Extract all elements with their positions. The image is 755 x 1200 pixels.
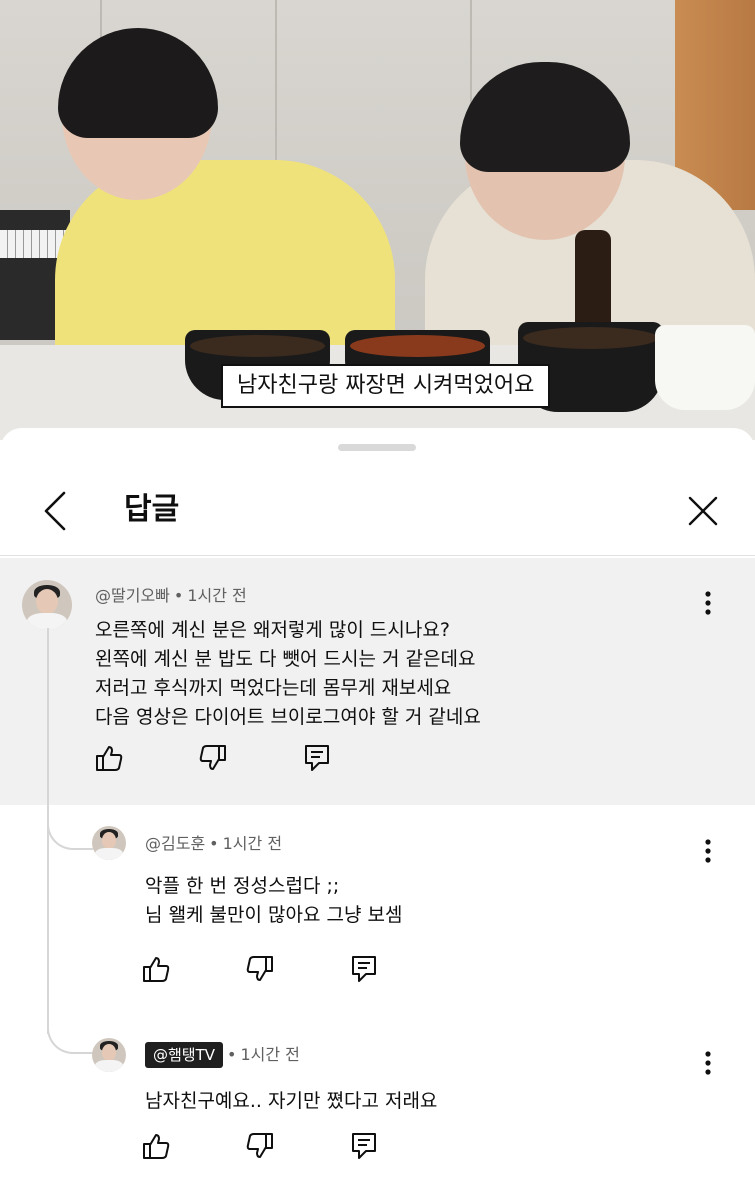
comment-author[interactable]: @딸기오빠 [95,586,170,605]
person-left-hair [58,28,218,138]
comment-line: 왼쪽에 계신 분 밥도 다 뺏어 드시는 거 같은데요 [95,648,476,670]
comment-actions [138,951,450,987]
comment-time: 1시간 전 [187,586,247,605]
comment-line: 다음 영상은 다이어트 브이로그여야 할 거 같네요 [95,706,481,728]
comment-text: 남자친구예요.. 자기만 쪘다고 저래요 [145,1087,437,1116]
reply-button[interactable] [346,1128,382,1164]
reply-icon [352,1133,376,1159]
like-button[interactable] [138,951,174,987]
sheet-header: 답글 [0,468,755,556]
comment-line: 악플 한 번 정성스럽다 ;; [145,875,340,897]
reply-icon [305,745,329,771]
piano-keys [0,230,66,258]
comment-line: 남자친구예요.. 자기만 쪘다고 저래요 [145,1090,438,1112]
reply-icon [352,956,376,982]
thumb-down-icon [199,745,226,770]
comment-text: 악플 한 번 정성스럽다 ;; 님 왤케 불만이 많아요 그냥 보셈 [145,872,402,930]
sheet-title: 답글 [124,492,180,527]
dislike-button[interactable] [195,740,231,776]
chevron-left-icon [44,491,66,531]
takeout-container [655,325,755,410]
more-options-button[interactable] [693,831,723,871]
thumb-down-icon [246,956,273,981]
comment-author[interactable]: @김도훈 [145,834,205,853]
thread-line [47,848,49,1034]
meta-separator: • [173,586,184,605]
comment-meta: @딸기오빠 • 1시간 전 [95,586,247,606]
reply-button[interactable] [346,951,382,987]
thumb-up-icon [143,957,170,982]
close-icon [688,496,718,526]
comment-actions [138,1128,450,1164]
person-right-hair [460,62,630,172]
video-player[interactable]: 남자친구랑 짜장면 시켜먹었어요 [0,0,755,440]
comment-time: 1시간 전 [222,834,283,853]
replies-sheet: 답글 @딸기오빠 • 1시간 전 오른쪽에 계신 분은 왜저렇게 많이 드시나요? … [0,428,755,1200]
more-options-button[interactable] [693,583,723,623]
parent-comment: @딸기오빠 • 1시간 전 오른쪽에 계신 분은 왜저렇게 많이 드시나요? 왼쪽에… [0,558,755,805]
video-caption: 남자친구랑 짜장면 시켜먹었어요 [221,364,551,408]
like-button[interactable] [91,740,127,776]
more-vert-icon [705,591,711,615]
thumb-up-icon [143,1134,170,1159]
comment-text: 오른쪽에 계신 분은 왜저렇게 많이 드시나요? 왼쪽에 계신 분 밥도 다 뺏… [95,616,481,732]
comment-meta: @햄탱TV • 1시간 전 [145,1042,300,1068]
creator-author-badge[interactable]: @햄탱TV [145,1042,224,1068]
comment-line: 오른쪽에 계신 분은 왜저렇게 많이 드시나요? [95,619,450,641]
bowl-contents [350,335,485,357]
drag-handle[interactable] [338,444,416,451]
comment-line: 저러고 후식까지 먹었다는데 몸무게 재보세요 [95,677,452,699]
avatar[interactable] [22,580,72,630]
reply-button[interactable] [299,740,335,776]
dislike-button[interactable] [242,951,278,987]
dislike-button[interactable] [242,1128,278,1164]
comment-time: 1시간 전 [240,1045,300,1064]
more-options-button[interactable] [693,1043,723,1083]
thumb-down-icon [246,1133,273,1158]
thumb-up-icon [96,746,123,771]
comment-actions [91,740,403,776]
more-vert-icon [705,1051,711,1075]
close-button[interactable] [678,486,728,536]
back-button[interactable] [30,486,80,536]
thread-connector [47,1014,93,1054]
comment-line: 님 왤케 불만이 많아요 그냥 보셈 [145,904,403,926]
like-button[interactable] [138,1128,174,1164]
meta-separator: • [227,1045,237,1064]
comment-meta: @김도훈 • 1시간 전 [145,834,282,854]
more-vert-icon [705,839,711,863]
avatar[interactable] [92,1038,126,1072]
bowl-contents [523,327,658,349]
bowl-contents [190,335,325,357]
thread-connector [47,810,93,850]
avatar[interactable] [92,826,126,860]
meta-separator: • [209,834,219,853]
